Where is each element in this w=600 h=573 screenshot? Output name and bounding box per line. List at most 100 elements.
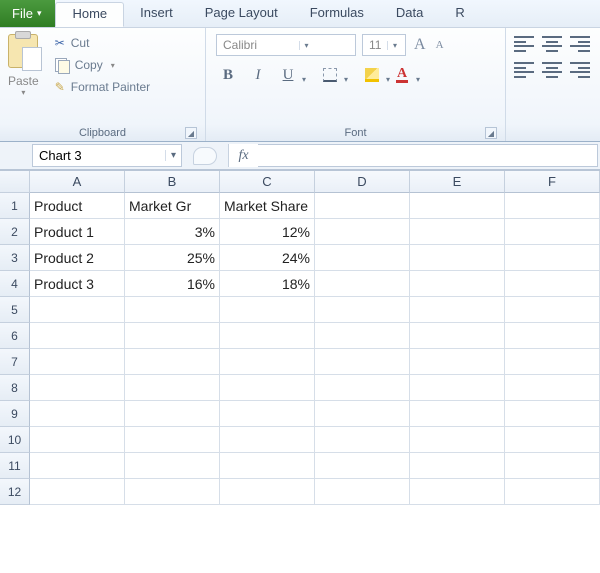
- row-header[interactable]: 5: [0, 297, 30, 323]
- cell-D3[interactable]: [315, 245, 410, 271]
- font-size-combo[interactable]: 11 ▾: [362, 34, 406, 56]
- cell-A5[interactable]: [30, 297, 125, 323]
- cell-F12[interactable]: [505, 479, 600, 505]
- col-header-D[interactable]: D: [315, 171, 410, 193]
- bold-button[interactable]: B: [216, 64, 240, 86]
- cell-A9[interactable]: [30, 401, 125, 427]
- cell-B12[interactable]: [125, 479, 220, 505]
- cell-F3[interactable]: [505, 245, 600, 271]
- cell-E10[interactable]: [410, 427, 505, 453]
- cell-C6[interactable]: [220, 323, 315, 349]
- row-header[interactable]: 6: [0, 323, 30, 349]
- cell-B8[interactable]: [125, 375, 220, 401]
- cell-F7[interactable]: [505, 349, 600, 375]
- cell-F4[interactable]: [505, 271, 600, 297]
- format-painter-button[interactable]: ✎ Format Painter: [53, 78, 152, 96]
- cell-B7[interactable]: [125, 349, 220, 375]
- cell-E7[interactable]: [410, 349, 505, 375]
- select-all-corner[interactable]: [0, 171, 30, 193]
- cell-E11[interactable]: [410, 453, 505, 479]
- col-header-F[interactable]: F: [505, 171, 600, 193]
- align-bottom-button[interactable]: [570, 36, 590, 52]
- cell-E6[interactable]: [410, 323, 505, 349]
- row-header[interactable]: 1: [0, 193, 30, 219]
- row-header[interactable]: 3: [0, 245, 30, 271]
- insert-function-button[interactable]: fx: [228, 144, 258, 167]
- cell-D1[interactable]: [315, 193, 410, 219]
- font-name-combo[interactable]: Calibri ▾: [216, 34, 356, 56]
- dialog-launcher-font[interactable]: ◢: [485, 127, 497, 139]
- chevron-down-icon[interactable]: ▾: [165, 150, 181, 161]
- cell-B2[interactable]: 3%: [125, 219, 220, 245]
- cell-D9[interactable]: [315, 401, 410, 427]
- dialog-launcher-clipboard[interactable]: ◢: [185, 127, 197, 139]
- tab-insert[interactable]: Insert: [124, 0, 189, 27]
- cell-B1[interactable]: Market Gr: [125, 193, 220, 219]
- cell-B9[interactable]: [125, 401, 220, 427]
- cell-D5[interactable]: [315, 297, 410, 323]
- row-header[interactable]: 4: [0, 271, 30, 297]
- cell-E9[interactable]: [410, 401, 505, 427]
- cell-D6[interactable]: [315, 323, 410, 349]
- cell-F11[interactable]: [505, 453, 600, 479]
- cell-F1[interactable]: [505, 193, 600, 219]
- cell-C5[interactable]: [220, 297, 315, 323]
- tab-data[interactable]: Data: [380, 0, 439, 27]
- cell-F10[interactable]: [505, 427, 600, 453]
- cell-B10[interactable]: [125, 427, 220, 453]
- cell-C10[interactable]: [220, 427, 315, 453]
- cell-A7[interactable]: [30, 349, 125, 375]
- row-header[interactable]: 7: [0, 349, 30, 375]
- cell-E4[interactable]: [410, 271, 505, 297]
- cell-A6[interactable]: [30, 323, 125, 349]
- align-right-button[interactable]: [570, 62, 590, 78]
- underline-button[interactable]: U ▾: [276, 64, 300, 86]
- cell-C1[interactable]: Market Share: [220, 193, 315, 219]
- name-box[interactable]: ▾: [32, 144, 182, 167]
- shrink-font-button[interactable]: A: [434, 39, 446, 51]
- row-header[interactable]: 11: [0, 453, 30, 479]
- cell-E8[interactable]: [410, 375, 505, 401]
- cell-C9[interactable]: [220, 401, 315, 427]
- cell-E1[interactable]: [410, 193, 505, 219]
- italic-button[interactable]: I: [246, 64, 270, 86]
- tab-file[interactable]: File ▾: [0, 0, 55, 27]
- grow-font-button[interactable]: A: [412, 36, 428, 54]
- col-header-B[interactable]: B: [125, 171, 220, 193]
- cell-C4[interactable]: 18%: [220, 271, 315, 297]
- tab-home[interactable]: Home: [55, 2, 124, 27]
- cell-D12[interactable]: [315, 479, 410, 505]
- cell-C8[interactable]: [220, 375, 315, 401]
- formula-input-wrap[interactable]: [258, 144, 598, 167]
- cell-B6[interactable]: [125, 323, 220, 349]
- col-header-A[interactable]: A: [30, 171, 125, 193]
- cell-D7[interactable]: [315, 349, 410, 375]
- fill-color-button[interactable]: ▾: [360, 64, 384, 86]
- cell-B3[interactable]: 25%: [125, 245, 220, 271]
- align-middle-button[interactable]: [542, 36, 562, 52]
- tab-formulas[interactable]: Formulas: [294, 0, 380, 27]
- col-header-C[interactable]: C: [220, 171, 315, 193]
- paste-button[interactable]: Paste ▾: [6, 32, 45, 97]
- cell-A1[interactable]: Product: [30, 193, 125, 219]
- cell-A11[interactable]: [30, 453, 125, 479]
- align-left-button[interactable]: [514, 62, 534, 78]
- cell-C7[interactable]: [220, 349, 315, 375]
- cell-C3[interactable]: 24%: [220, 245, 315, 271]
- borders-button[interactable]: ▾: [318, 64, 342, 86]
- cell-B4[interactable]: 16%: [125, 271, 220, 297]
- cell-E2[interactable]: [410, 219, 505, 245]
- cell-E3[interactable]: [410, 245, 505, 271]
- row-header[interactable]: 9: [0, 401, 30, 427]
- cell-F9[interactable]: [505, 401, 600, 427]
- cell-D8[interactable]: [315, 375, 410, 401]
- cell-C2[interactable]: 12%: [220, 219, 315, 245]
- cell-D10[interactable]: [315, 427, 410, 453]
- formula-input[interactable]: [258, 145, 597, 166]
- cell-A4[interactable]: Product 3: [30, 271, 125, 297]
- align-center-button[interactable]: [542, 62, 562, 78]
- tab-review-partial[interactable]: R: [439, 0, 480, 27]
- cell-A10[interactable]: [30, 427, 125, 453]
- row-header[interactable]: 8: [0, 375, 30, 401]
- cut-button[interactable]: ✂ Cut: [53, 34, 152, 52]
